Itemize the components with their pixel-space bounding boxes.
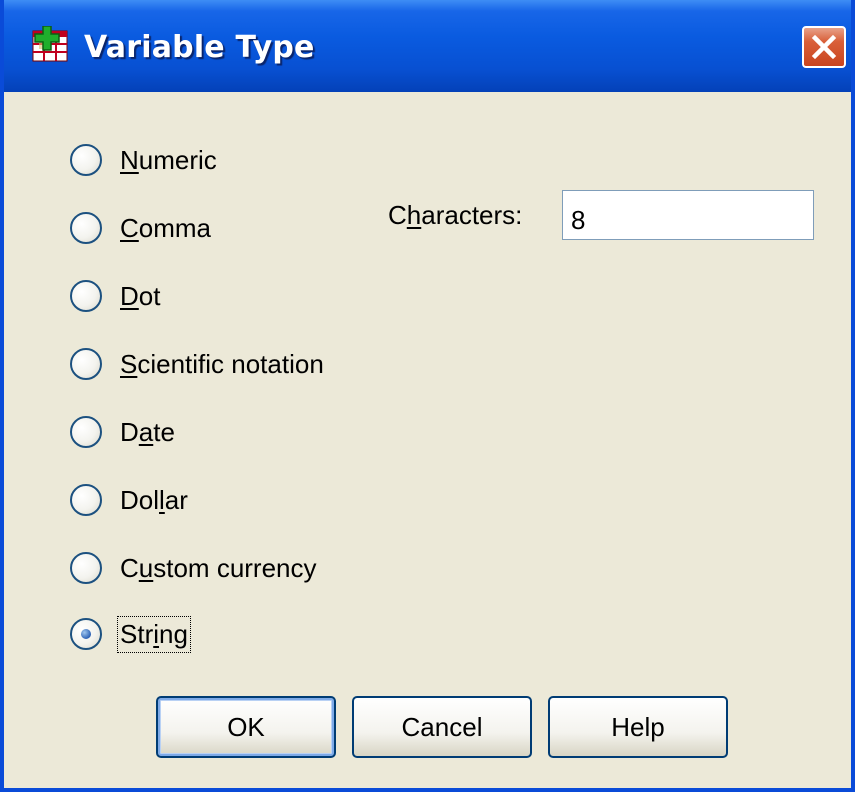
spss-variable-icon: [32, 25, 68, 62]
radio-selected-dot: [81, 629, 91, 639]
window-title: Variable Type: [84, 30, 315, 65]
type-option-label: Date: [120, 416, 175, 447]
type-option-string[interactable]: String: [70, 614, 191, 654]
type-option-dot[interactable]: Dot: [70, 276, 160, 316]
type-option-label: Custom currency: [120, 552, 317, 583]
variable-type-dialog: Variable Type Numeric Comma Dot Scientific …: [0, 0, 855, 792]
type-option-label: Scientific notation: [120, 348, 324, 379]
title-bar[interactable]: Variable Type: [4, 0, 851, 92]
cancel-button[interactable]: Cancel: [352, 696, 532, 758]
radio-button[interactable]: [70, 144, 102, 176]
type-option-scientific-notation[interactable]: Scientific notation: [70, 344, 324, 384]
type-option-label: Numeric: [120, 144, 217, 175]
radio-button[interactable]: [70, 348, 102, 380]
radio-button[interactable]: [70, 618, 102, 650]
radio-button[interactable]: [70, 484, 102, 516]
radio-button[interactable]: [70, 280, 102, 312]
type-option-numeric[interactable]: Numeric: [70, 140, 217, 180]
type-option-date[interactable]: Date: [70, 412, 175, 452]
radio-button[interactable]: [70, 212, 102, 244]
type-option-custom-currency[interactable]: Custom currency: [70, 548, 317, 588]
close-button[interactable]: [802, 26, 846, 68]
characters-input[interactable]: [562, 190, 814, 240]
type-option-label: Comma: [120, 212, 212, 243]
ok-button[interactable]: OK: [156, 696, 336, 758]
help-button[interactable]: Help: [548, 696, 728, 758]
type-option-label: Dot: [120, 280, 161, 311]
radio-button[interactable]: [70, 552, 102, 584]
type-option-comma[interactable]: Comma: [70, 208, 211, 248]
type-option-dollar[interactable]: Dollar: [70, 480, 188, 520]
characters-label: Characters:: [388, 200, 523, 230]
radio-button[interactable]: [70, 416, 102, 448]
type-option-label: Dollar: [120, 484, 188, 515]
type-option-label: String: [117, 615, 191, 653]
